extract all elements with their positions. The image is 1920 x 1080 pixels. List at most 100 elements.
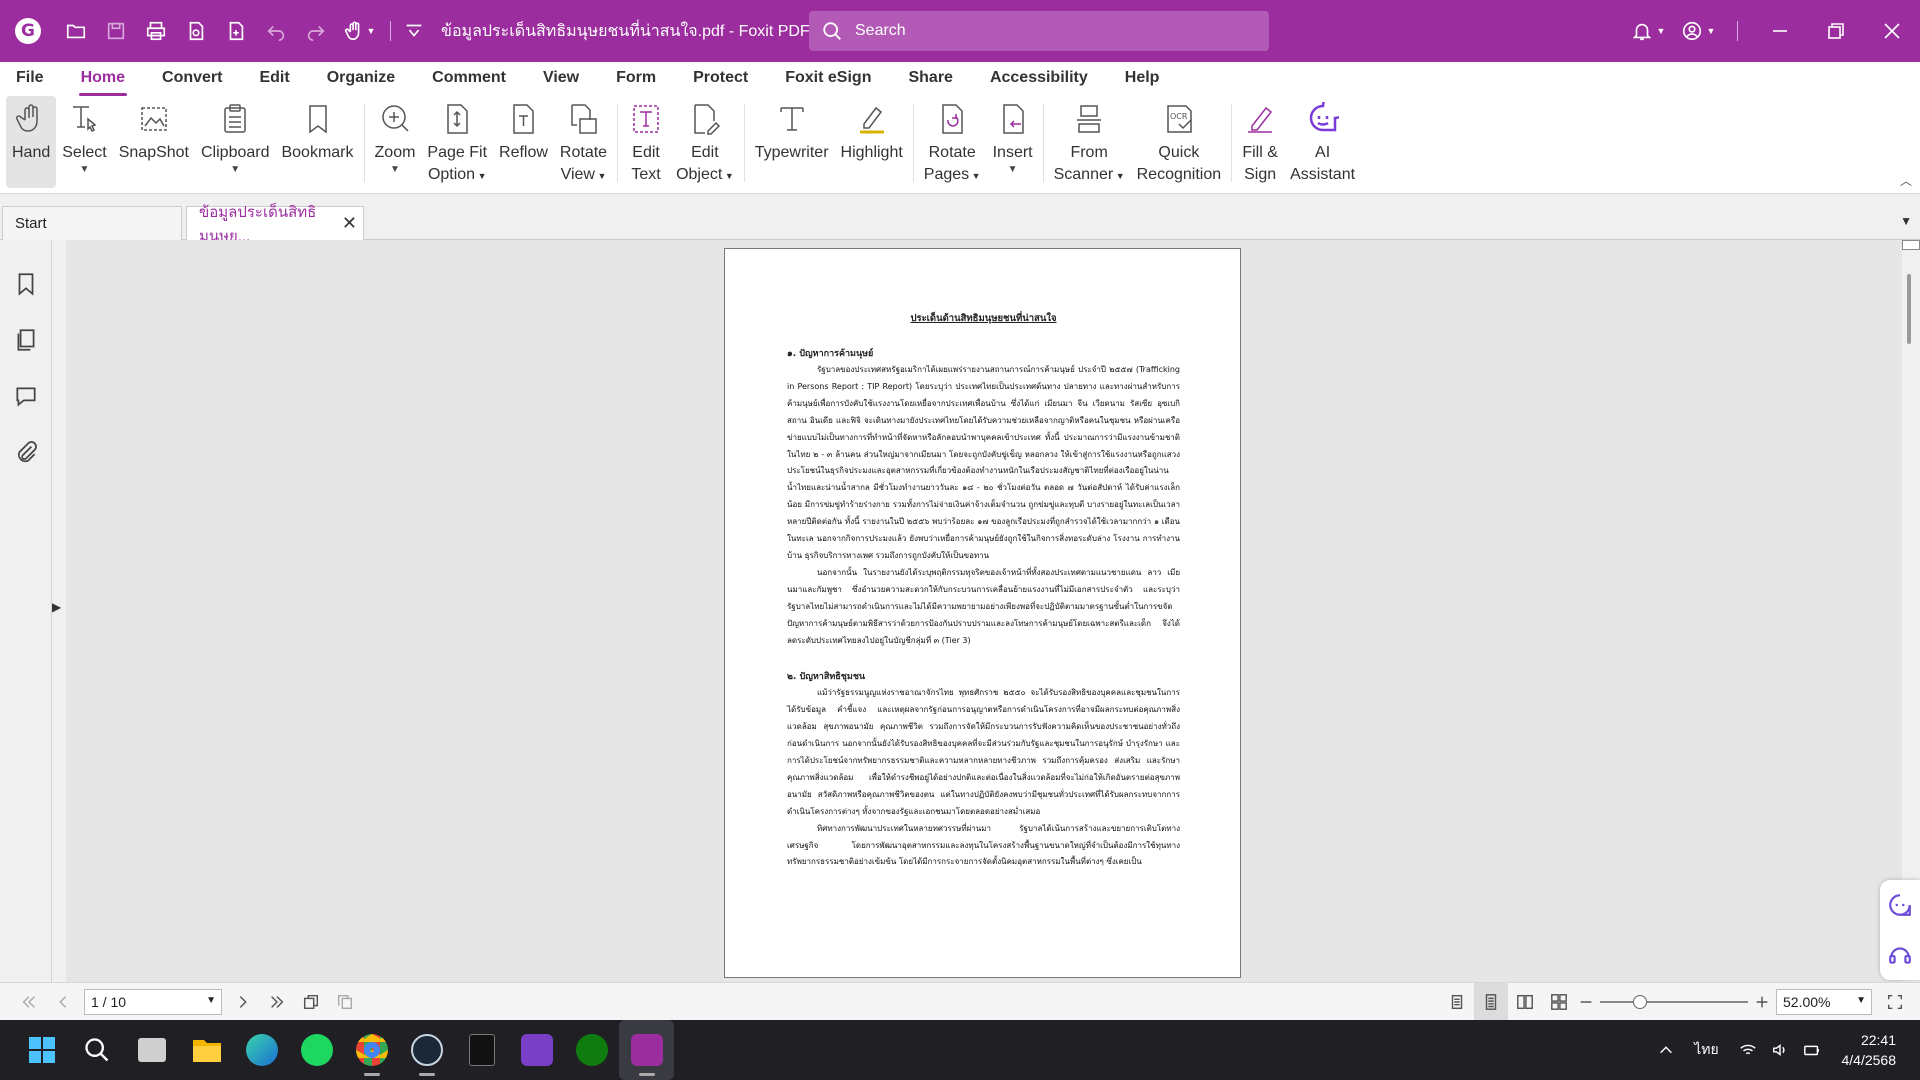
reflow-button[interactable]: Reflow <box>493 96 554 188</box>
menu-file[interactable]: File <box>16 66 44 96</box>
select-tool-button[interactable]: Select ▼ <box>56 96 112 188</box>
file-explorer-button[interactable] <box>179 1020 234 1080</box>
restore-button[interactable] <box>1808 0 1864 62</box>
taskbar-search-button[interactable] <box>69 1020 124 1080</box>
next-view-icon[interactable] <box>328 983 362 1021</box>
epic-games-button[interactable] <box>454 1020 509 1080</box>
bookmarks-panel-icon[interactable] <box>0 256 52 312</box>
new-file-icon[interactable] <box>216 0 256 62</box>
chrome-button[interactable] <box>344 1020 399 1080</box>
continuous-view-icon[interactable] <box>1474 983 1508 1021</box>
menu-home[interactable]: Home <box>78 66 128 96</box>
start-button[interactable] <box>14 1020 69 1080</box>
task-view-button[interactable] <box>124 1020 179 1080</box>
from-scanner-button[interactable]: From Scanner ▼ <box>1048 96 1131 188</box>
purple-app-button[interactable] <box>509 1020 564 1080</box>
menu-foxit-esign[interactable]: Foxit eSign <box>785 66 871 96</box>
clipboard-button[interactable]: Clipboard ▼ <box>195 96 275 188</box>
zoom-in-icon[interactable] <box>1752 983 1772 1021</box>
hand-tool-button[interactable]: Hand <box>6 96 57 188</box>
scrollbar-top-button[interactable] <box>1902 240 1920 250</box>
zoom-level-input[interactable]: 52.00% ▼ <box>1776 989 1872 1015</box>
wifi-icon[interactable] <box>1732 1041 1764 1059</box>
menu-view[interactable]: View <box>543 66 579 96</box>
comments-panel-icon[interactable] <box>0 368 52 424</box>
next-page-icon[interactable] <box>226 983 260 1021</box>
previous-page-icon[interactable] <box>46 983 80 1021</box>
insert-button[interactable]: Insert ▼ <box>987 96 1039 188</box>
ai-assistant-button[interactable]: AI Assistant <box>1284 96 1361 188</box>
previous-view-icon[interactable] <box>294 983 328 1021</box>
menu-accessibility[interactable]: Accessibility <box>990 66 1088 96</box>
menu-edit[interactable]: Edit <box>259 66 289 96</box>
last-page-icon[interactable] <box>260 983 294 1021</box>
search-box[interactable] <box>809 11 1269 51</box>
quick-recognition-button[interactable]: OCR Quick Recognition <box>1131 96 1228 188</box>
rotate-pages-button[interactable]: Rotate Pages ▼ <box>918 96 987 188</box>
vertical-scrollbar[interactable] <box>1902 240 1920 982</box>
zoom-button[interactable]: Zoom ▼ <box>369 96 422 188</box>
edit-object-button[interactable]: Edit Object ▼ <box>670 96 740 188</box>
menu-protect[interactable]: Protect <box>693 66 748 96</box>
highlight-button[interactable]: Highlight <box>835 96 909 188</box>
edge-button[interactable] <box>234 1020 289 1080</box>
xbox-button[interactable] <box>564 1020 619 1080</box>
ai-support-icon[interactable] <box>1880 930 1920 980</box>
open-folder-icon[interactable] <box>56 0 96 62</box>
search-input[interactable] <box>855 22 1235 40</box>
notification-bell-icon[interactable]: ▼ <box>1623 0 1673 62</box>
foxit-pdf-taskbar-button[interactable] <box>619 1020 674 1080</box>
zoom-slider[interactable] <box>1600 992 1748 1012</box>
bookmark-button[interactable]: Bookmark <box>275 96 359 188</box>
fill-sign-button[interactable]: Fill & Sign <box>1236 96 1284 188</box>
document-viewer[interactable]: ประเด็นด้านสิทธิมนุษยชนที่น่าสนใจ ๑. ปัญ… <box>66 240 1902 982</box>
first-page-icon[interactable] <box>12 983 46 1021</box>
zoom-out-icon[interactable] <box>1576 983 1596 1021</box>
continuous-facing-view-icon[interactable] <box>1542 983 1576 1021</box>
undo-icon[interactable] <box>256 0 296 62</box>
foxit-logo-icon[interactable]: G <box>0 0 56 62</box>
page-fit-option-button[interactable]: Page Fit Option ▼ <box>421 96 493 188</box>
single-page-view-icon[interactable] <box>1440 983 1474 1021</box>
minimize-button[interactable] <box>1752 0 1808 62</box>
facing-view-icon[interactable] <box>1508 983 1542 1021</box>
input-language-indicator[interactable]: ไทย <box>1682 1039 1732 1061</box>
customize-toolbar-icon[interactable] <box>399 0 429 62</box>
pages-panel-icon[interactable] <box>0 312 52 368</box>
battery-icon[interactable] <box>1796 1041 1828 1059</box>
expand-panel-icon[interactable]: ▶ <box>52 600 61 614</box>
rotate-view-button[interactable]: Rotate View ▼ <box>554 96 613 188</box>
menu-organize[interactable]: Organize <box>327 66 395 96</box>
zoom-slider-knob[interactable] <box>1633 995 1647 1009</box>
tab-document[interactable]: ข้อมูลประเด็นสิทธิมนุษย... ✕ <box>186 204 364 245</box>
close-window-button[interactable] <box>1864 0 1920 62</box>
system-clock[interactable]: 22:41 4/4/2568 <box>1842 1030 1897 1070</box>
attachments-panel-icon[interactable] <box>0 424 52 480</box>
account-icon[interactable]: ▼ <box>1673 0 1723 62</box>
file-properties-icon[interactable] <box>176 0 216 62</box>
redo-icon[interactable] <box>296 0 336 62</box>
tab-start[interactable]: Start <box>2 206 182 240</box>
typewriter-button[interactable]: Typewriter <box>749 96 835 188</box>
menu-comment[interactable]: Comment <box>432 66 506 96</box>
print-icon[interactable] <box>136 0 176 62</box>
menu-form[interactable]: Form <box>616 66 656 96</box>
scrollbar-thumb[interactable] <box>1907 274 1911 344</box>
steam-button[interactable] <box>399 1020 454 1080</box>
hand-tool-quick-icon[interactable]: ▼ <box>336 0 382 62</box>
spotify-button[interactable] <box>289 1020 344 1080</box>
fullscreen-icon[interactable] <box>1878 983 1912 1021</box>
edit-text-button[interactable]: Edit Text <box>622 96 670 188</box>
tab-list-dropdown-icon[interactable]: ▼ <box>1900 214 1912 228</box>
menu-share[interactable]: Share <box>908 66 952 96</box>
menu-help[interactable]: Help <box>1125 66 1160 96</box>
show-hidden-icons-icon[interactable] <box>1650 1041 1682 1059</box>
collapse-ribbon-icon[interactable]: ︿ <box>1900 172 1912 189</box>
page-number-input[interactable]: 1 / 10 ▼ <box>84 988 222 1015</box>
save-icon[interactable] <box>96 0 136 62</box>
ai-chat-icon[interactable] <box>1880 880 1920 930</box>
menu-convert[interactable]: Convert <box>162 66 222 96</box>
close-tab-icon[interactable]: ✕ <box>342 213 357 234</box>
snapshot-button[interactable]: SnapShot <box>113 96 195 188</box>
volume-icon[interactable] <box>1764 1041 1796 1059</box>
